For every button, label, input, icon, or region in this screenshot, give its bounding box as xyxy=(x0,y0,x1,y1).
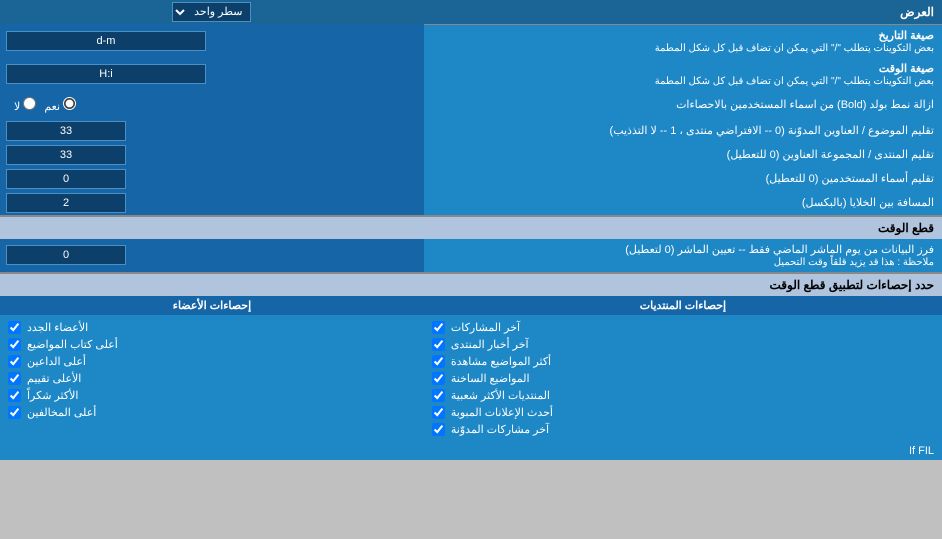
list-item: أعلى الداعين xyxy=(8,353,416,370)
user-limit-input[interactable] xyxy=(6,169,126,189)
col1-header: إحصاءات المنتديات xyxy=(424,296,942,315)
cell-spacing-input-cell xyxy=(0,191,424,216)
list-item: آخر المشاركات xyxy=(432,319,934,336)
title-text: العرض xyxy=(900,5,934,19)
stats-checkbox[interactable] xyxy=(432,338,445,351)
cutoff-input-cell xyxy=(0,239,424,273)
stats-checkbox[interactable] xyxy=(8,338,21,351)
list-item: آخر مشاركات المدوّنة xyxy=(432,421,934,438)
stats-col1-cell: آخر المشاركاتآخر أخبار المنتدىأكثر الموا… xyxy=(424,315,942,442)
cell-spacing-input[interactable] xyxy=(6,193,126,213)
bold-no-radio[interactable] xyxy=(23,97,36,110)
page-title: العرض xyxy=(424,0,942,24)
stats-col2-cell: الأعضاء الجددأعلى كتاب المواضيعأعلى الدا… xyxy=(0,315,424,442)
time-format-input[interactable] xyxy=(6,64,206,84)
date-format-input[interactable] xyxy=(6,31,206,51)
title-limit-input-cell xyxy=(0,119,424,143)
list-item: الأكثر شكراً xyxy=(8,387,416,404)
title-limit-input[interactable] xyxy=(6,121,126,141)
forum-limit-label: تقليم المنتدى / المجموعة العناوين (0 للت… xyxy=(424,143,942,167)
list-item: الأعضاء الجدد xyxy=(8,319,416,336)
list-item: أحدث الإعلانات المبوبة xyxy=(432,404,934,421)
stats-checkbox[interactable] xyxy=(432,321,445,334)
list-item: المنتديات الأكثر شعبية xyxy=(432,387,934,404)
stats-checkbox[interactable] xyxy=(432,423,445,436)
stats-checkbox[interactable] xyxy=(432,355,445,368)
cell-spacing-label: المسافة بين الخلايا (بالبكسل) xyxy=(424,191,942,216)
user-limit-label: تقليم أسماء المستخدمين (0 للتعطيل) xyxy=(424,167,942,191)
bold-radio-cell: نعم لا xyxy=(0,91,424,119)
time-format-label: صيغة الوقت بعض التكوينات يتطلب "/" التي … xyxy=(424,58,942,91)
cutoff-section-header: قطع الوقت xyxy=(0,216,942,239)
bold-label: ازالة نمط بولد (Bold) من اسماء المستخدمي… xyxy=(424,91,942,119)
list-item: أكثر المواضيع مشاهدة xyxy=(432,353,934,370)
stats-section-header: حدد إحصاءات لتطبيق قطع الوقت xyxy=(0,273,942,296)
stats-checkbox[interactable] xyxy=(8,321,21,334)
title-limit-label: تقليم الموضوع / العناوين المدوّنة (0 -- … xyxy=(424,119,942,143)
forum-limit-input-cell xyxy=(0,143,424,167)
list-item: الأعلى تقييم xyxy=(8,370,416,387)
date-format-input-cell xyxy=(0,24,424,58)
bold-no-label: لا xyxy=(14,97,36,113)
stats-checkbox[interactable] xyxy=(8,355,21,368)
bold-yes-label: نعم xyxy=(44,97,76,113)
if-fil-row: If FIL xyxy=(0,442,942,460)
list-item: أعلى المخالفين xyxy=(8,404,416,421)
dropdown-cell[interactable]: سطر واحد xyxy=(0,0,424,24)
col2-header: إحصاءات الأعضاء xyxy=(0,296,424,315)
list-item: المواضيع الساخنة xyxy=(432,370,934,387)
view-select[interactable]: سطر واحد xyxy=(172,2,251,22)
stats-checkbox[interactable] xyxy=(8,389,21,402)
stats-checkbox[interactable] xyxy=(432,389,445,402)
list-item: آخر أخبار المنتدى xyxy=(432,336,934,353)
user-limit-input-cell xyxy=(0,167,424,191)
bold-yes-radio[interactable] xyxy=(63,97,76,110)
stats-checkbox[interactable] xyxy=(8,406,21,419)
cutoff-input[interactable] xyxy=(6,245,126,265)
date-format-label: صيغة التاريخ بعض التكوينات يتطلب "/" الت… xyxy=(424,24,942,58)
list-item: أعلى كتاب المواضيع xyxy=(8,336,416,353)
forum-limit-input[interactable] xyxy=(6,145,126,165)
cutoff-label: فرز البيانات من يوم الماشر الماضي فقط --… xyxy=(424,239,942,273)
stats-checkbox[interactable] xyxy=(432,406,445,419)
time-format-input-cell xyxy=(0,58,424,91)
stats-checkbox[interactable] xyxy=(8,372,21,385)
stats-checkbox[interactable] xyxy=(432,372,445,385)
